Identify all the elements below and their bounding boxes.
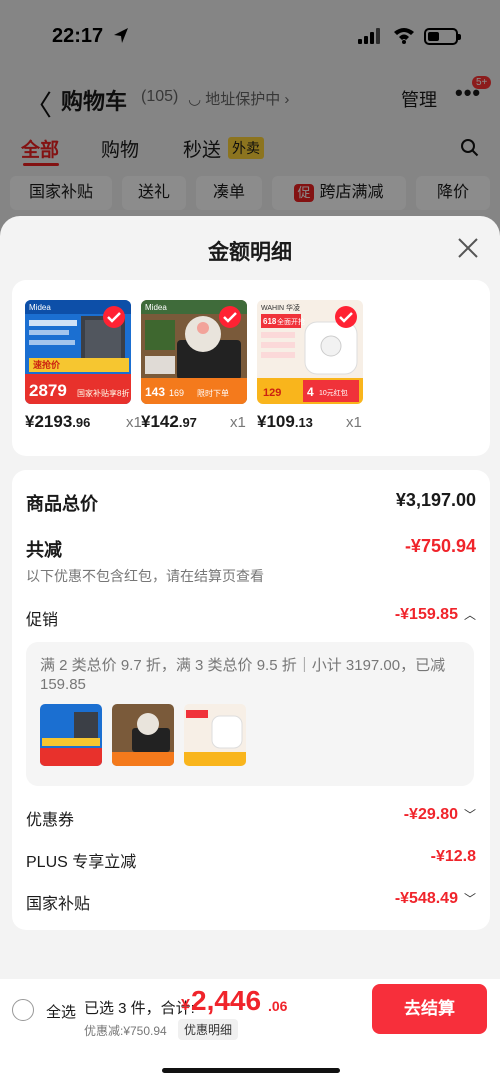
thumb-price: 129 (263, 387, 281, 399)
thumb-brand: Midea (145, 303, 167, 312)
subsidy-amount: -¥548.49 ﹀ (395, 890, 476, 908)
coupon-value: -¥29.80 (403, 806, 458, 823)
thumb-foot: 限时下单 (197, 388, 229, 398)
thumb-title: 618 (263, 317, 277, 326)
checked-icon[interactable] (219, 306, 241, 328)
price-decimal: .97 (178, 415, 197, 430)
coupon-label: 优惠券 (26, 812, 75, 829)
thumb-foot2: 10元红包 (319, 388, 348, 397)
thumb-brand: Midea (29, 303, 51, 312)
chevron-down-icon[interactable]: ﹀ (464, 890, 476, 907)
product-item[interactable]: Midea 速抢价 2879 国家补贴享8折 ¥2193.96 x1 (25, 300, 142, 431)
thumb-brand: WAHIN 华凌 (261, 303, 300, 312)
price-main: ¥142 (141, 412, 179, 431)
coupon-amount: -¥29.80 ﹀ (404, 806, 476, 824)
subsidy-label: 国家补贴 (26, 896, 91, 913)
sheet-title: 金额明细 (208, 241, 292, 264)
price-main: ¥2193 (25, 412, 73, 431)
subsidy-value: -¥548.49 (394, 890, 458, 907)
chevron-down-icon[interactable]: ﹀ (464, 806, 476, 823)
promo-label: 促销 (26, 612, 59, 629)
product-qty: x1 (230, 414, 246, 431)
discount-total: 优惠减:¥750.94 (84, 1024, 167, 1038)
promo-value: -¥159.85 (394, 606, 458, 623)
promo-description: 满 2 类总价 9.7 折，满 3 类总价 9.5 折｜小计 3197.00，已… (40, 657, 446, 693)
checkout-bar: 全选 已选 3 件，合计: ¥ 2,446 .06 优惠减:¥750.94 优惠… (0, 979, 500, 1083)
close-icon[interactable] (456, 236, 480, 260)
price-decimal: .96 (72, 415, 91, 430)
product-item[interactable]: Midea 143 169 限时下单 ¥142.97 x1 (141, 300, 247, 431)
selected-count: 已选 3 件，合计: (84, 1000, 195, 1017)
thumb-price: 143 (145, 385, 165, 399)
checked-icon[interactable] (335, 306, 357, 328)
amount-detail-sheet: 金额明细 Midea 速抢价 2879 国家补贴享8折 ¥2193.96 x1 … (0, 216, 500, 1083)
product-qty: x1 (126, 414, 142, 431)
promo-thumb-rice-cooker (184, 704, 246, 766)
total-amount: 2,446 (191, 985, 262, 1016)
total-value: ¥3,197.00 (395, 490, 476, 510)
product-qty: x1 (346, 414, 362, 431)
reduce-label: 共减 (26, 540, 62, 560)
select-all-radio[interactable] (12, 999, 34, 1021)
price-summary-card: 商品总价 ¥3,197.00 共减 -¥750.94 以下优惠不包含红包，请在结… (12, 470, 490, 930)
thumb-price: 2879 (29, 381, 67, 400)
price-main: ¥109 (257, 412, 295, 431)
thumb-foot: 国家补贴享8折 (77, 388, 129, 398)
thumb-tag: 169 (169, 388, 184, 398)
total-currency: ¥ (181, 997, 190, 1014)
total-label: 商品总价 (26, 494, 98, 514)
thumb-strip: 速抢价 (33, 359, 61, 370)
checked-icon[interactable] (103, 306, 125, 328)
thumb-sub: 全面开抢 (277, 317, 305, 326)
discount-detail-button[interactable]: 优惠明细 (178, 1019, 239, 1040)
product-item[interactable]: WAHIN 华凌 618 全面开抢 129 4 10元红包 ¥109.13 x1 (257, 300, 363, 431)
thumb-foot: 4 (307, 385, 314, 399)
plus-label: PLUS 专享立减 (26, 854, 137, 871)
product-list-card: Midea 速抢价 2879 国家补贴享8折 ¥2193.96 x1 Midea… (12, 280, 490, 456)
product-thumbnail-rice-cooker: WAHIN 华凌 618 全面开抢 129 4 10元红包 (257, 300, 363, 404)
product-price: ¥109.13 (257, 412, 387, 432)
checkout-button[interactable]: 去结算 (372, 984, 487, 1034)
chevron-up-icon[interactable]: ︿ (464, 606, 476, 623)
promo-thumb-cooker (112, 704, 174, 766)
promo-detail-box: 满 2 类总价 9.7 折，满 3 类总价 9.5 折｜小计 3197.00，已… (26, 642, 474, 786)
product-thumbnail-cooker: Midea 143 169 限时下单 (141, 300, 247, 404)
select-all-label[interactable]: 全选 (46, 1001, 76, 1022)
total-decimal: .06 (268, 998, 288, 1014)
reduce-value: -¥750.94 (404, 536, 476, 556)
promo-thumb-range-hood (40, 704, 102, 766)
promo-amount: -¥159.85 ︿ (395, 606, 476, 624)
product-price: ¥142.97 (141, 412, 271, 432)
home-indicator (162, 1068, 340, 1073)
product-thumbnail-range-hood: Midea 速抢价 2879 国家补贴享8折 (25, 300, 131, 404)
discount-note: 以下优惠不包含红包，请在结算页查看 (26, 568, 264, 584)
price-decimal: .13 (294, 415, 313, 430)
plus-value: -¥12.8 (430, 848, 476, 865)
